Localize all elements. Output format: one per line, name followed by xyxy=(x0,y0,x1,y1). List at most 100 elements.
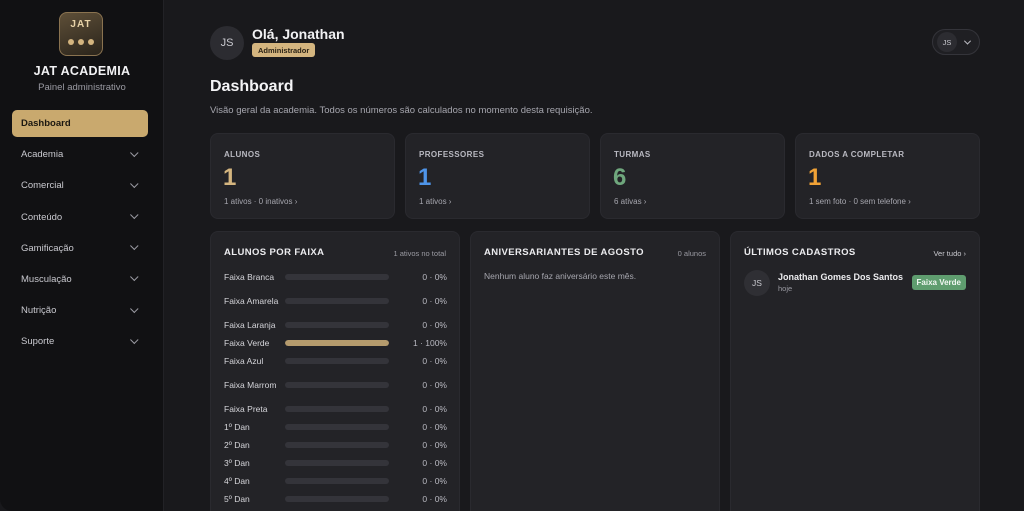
belt-value: 0 · 0% xyxy=(422,296,447,306)
sidebar-item-label: Gamificação xyxy=(21,242,74,254)
student-name: Jonathan Gomes Dos Santos xyxy=(778,272,904,282)
stat-link[interactable]: 1 ativos › xyxy=(419,197,451,206)
stat-label: TURMAS xyxy=(614,150,651,159)
avatar: JS xyxy=(744,270,770,296)
list-item[interactable]: JS Jonathan Gomes Dos Santos hoje Faixa … xyxy=(744,269,966,297)
chevron-down-icon xyxy=(130,304,139,313)
belt-value: 0 · 0% xyxy=(422,272,447,282)
stat-card-professores[interactable]: PROFESSORES 1 1 ativos › xyxy=(405,133,590,219)
belt-value: 1 · 100% xyxy=(412,338,447,348)
belt-value: 0 · 0% xyxy=(422,380,447,390)
belt-name: 2º Dan xyxy=(224,440,250,450)
belt-bar xyxy=(285,478,389,484)
user-menu-button[interactable]: JS xyxy=(932,29,980,55)
sidebar-item-label: Suporte xyxy=(21,336,55,348)
sidebar-item-suporte[interactable]: Suporte xyxy=(12,328,148,355)
belt-value: 0 · 0% xyxy=(422,476,447,486)
belt-bar xyxy=(285,358,389,364)
belt-row: 2º Dan 0 · 0% xyxy=(224,436,447,454)
registration-time: hoje xyxy=(778,284,793,293)
stat-card-alunos[interactable]: ALUNOS 1 1 ativos · 0 inativos › xyxy=(210,133,395,219)
sidebar-item-dashboard[interactable]: Dashboard xyxy=(12,110,148,137)
panel-meta: 0 alunos xyxy=(677,249,706,258)
sidebar-item-musculacao[interactable]: Musculação xyxy=(12,266,148,293)
belt-bar xyxy=(285,382,389,388)
sidebar-item-gamificacao[interactable]: Gamificação xyxy=(12,235,148,262)
stat-value: 1 xyxy=(223,164,237,191)
brand-name: JAT ACADEMIA xyxy=(33,64,131,78)
stat-label: DADOS A COMPLETAR xyxy=(809,150,905,159)
belt-bar xyxy=(285,496,389,502)
page-title: Dashboard xyxy=(210,78,294,95)
view-all-link[interactable]: Ver tudo › xyxy=(933,249,966,258)
belt-name: 5º Dan xyxy=(224,494,250,504)
panel-title: ANIVERSARIANTES DE AGOSTO xyxy=(484,247,644,258)
belt-value: 0 · 0% xyxy=(422,494,447,504)
belt-name: 1º Dan xyxy=(224,422,250,432)
belt-row: Faixa Branca 0 · 0% xyxy=(224,268,447,286)
stat-link[interactable]: 1 ativos · 0 inativos › xyxy=(224,197,297,206)
belt-row: Faixa Verde 1 · 100% xyxy=(224,334,447,352)
belt-bar xyxy=(285,340,389,346)
stat-value: 6 xyxy=(613,164,627,191)
user-avatar: JS xyxy=(210,26,244,60)
belt-list: Faixa Branca 0 · 0% Faixa Amarela 0 · 0% F… xyxy=(224,268,447,508)
chevron-down-icon xyxy=(130,241,139,251)
belt-name: Faixa Laranja xyxy=(224,320,276,330)
panel-title: ALUNOS POR FAIXA xyxy=(224,247,325,258)
belt-bar xyxy=(285,322,389,328)
belt-value: 0 · 0% xyxy=(422,422,447,432)
belt-bar xyxy=(285,298,389,304)
belt-row: 5º Dan 0 · 0% xyxy=(224,490,447,508)
belt-bar-fill xyxy=(285,340,389,346)
belt-value: 0 · 0% xyxy=(422,458,447,468)
empty-state-text: Nenhum aluno faz aniversário este mês. xyxy=(484,271,637,281)
belt-bar xyxy=(285,274,389,280)
stat-card-dados-a-completar[interactable]: DADOS A COMPLETAR 1 1 sem foto · 0 sem t… xyxy=(795,133,980,219)
chevron-down-icon xyxy=(130,273,139,282)
belt-badge: Faixa Verde xyxy=(911,275,966,290)
belts-panel: ALUNOS POR FAIXA 1 ativos no total Faixa… xyxy=(210,231,460,511)
birthdays-panel: ANIVERSARIANTES DE AGOSTO 0 alunos Nenhu… xyxy=(470,231,720,511)
greeting: Olá, Jonathan xyxy=(252,26,345,42)
logo-text: JAT xyxy=(70,19,92,30)
belt-value: 0 · 0% xyxy=(422,404,447,414)
belt-row: Faixa Laranja 0 · 0% xyxy=(224,316,447,334)
stat-card-turmas[interactable]: TURMAS 6 6 ativas › xyxy=(600,133,785,219)
sidebar-item-label: Dashboard xyxy=(21,118,71,129)
sidebar-item-label: Comercial xyxy=(21,180,64,192)
stat-link[interactable]: 6 ativas › xyxy=(614,197,646,206)
belt-name: Faixa Verde xyxy=(224,338,270,348)
belt-row: Faixa Azul 0 · 0% xyxy=(224,352,447,370)
belt-bar xyxy=(285,424,389,430)
role-badge: Administrador xyxy=(252,43,316,57)
sidebar-item-nutricao[interactable]: Nutrição xyxy=(12,297,148,324)
belt-bar xyxy=(285,442,389,448)
sidebar-item-label: Academia xyxy=(21,149,64,161)
chevron-down-icon xyxy=(130,179,139,188)
stat-value: 1 xyxy=(418,164,432,191)
recent-registrations-panel: ÚLTIMOS CADASTROS Ver tudo › JS Jonathan… xyxy=(730,231,980,511)
belt-row: Faixa Marrom 0 · 0% xyxy=(224,370,447,400)
stat-link[interactable]: 1 sem foto · 0 sem telefone › xyxy=(809,197,911,206)
stat-value: 1 xyxy=(808,164,822,191)
panel-title: ÚLTIMOS CADASTROS xyxy=(744,247,856,258)
belt-name: 3º Dan xyxy=(224,458,250,468)
belt-name: 4º Dan xyxy=(224,476,250,486)
user-menu-avatar: JS xyxy=(937,32,957,52)
chevron-down-icon xyxy=(963,37,972,45)
sidebar: JAT JAT ACADEMIA Painel administrativo D… xyxy=(0,0,164,511)
belt-bar xyxy=(285,460,389,466)
chevron-down-icon xyxy=(130,148,139,157)
academy-logo: JAT xyxy=(59,12,103,56)
sidebar-item-label: Conteúdo xyxy=(21,211,63,223)
belt-row: Faixa Amarela 0 · 0% xyxy=(224,286,447,316)
sidebar-item-label: Musculação xyxy=(21,273,72,285)
stat-label: ALUNOS xyxy=(224,150,261,159)
belt-row: 3º Dan 0 · 0% xyxy=(224,454,447,472)
sidebar-item-conteudo[interactable]: Conteúdo xyxy=(12,204,148,231)
sidebar-item-label: Nutrição xyxy=(21,305,57,317)
chevron-down-icon xyxy=(130,335,139,344)
sidebar-item-comercial[interactable]: Comercial xyxy=(12,172,148,199)
sidebar-item-academia[interactable]: Academia xyxy=(12,141,148,168)
